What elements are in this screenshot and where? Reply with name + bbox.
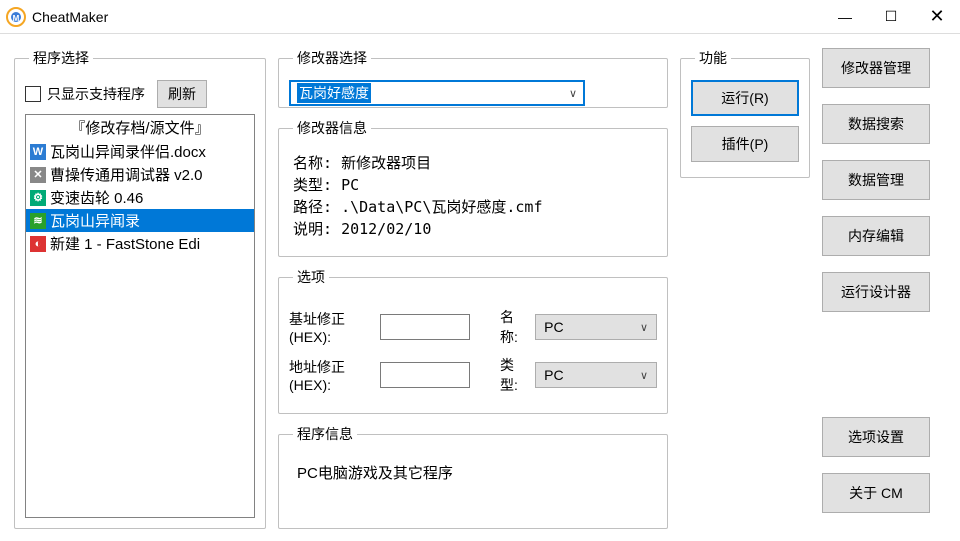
process-item-text: 曹操传通用调试器 v2.0 [50,164,203,185]
cheat-select-dropdown[interactable]: 瓦岗好感度 ∨ [289,80,585,106]
data-search-button[interactable]: 数据搜索 [822,104,930,144]
chevron-down-icon: ∨ [640,369,648,382]
type-combo[interactable]: PC ∨ [535,362,657,388]
process-list-item[interactable]: ✕曹操传通用调试器 v2.0 [26,163,254,186]
chevron-down-icon: ∨ [640,321,648,334]
info-type-value: PC [341,176,359,194]
run-button[interactable]: 运行(R) [691,80,799,116]
refresh-button[interactable]: 刷新 [157,80,207,108]
only-supported-checkbox[interactable] [25,86,41,102]
name-combo-value: PC [544,319,563,335]
process-item-text: 瓦岗山异闻录 [50,210,140,231]
data-manage-button[interactable]: 数据管理 [822,160,930,200]
addr-fix-label: 地址修正(HEX): [289,357,372,393]
window-title: CheatMaker [32,9,108,25]
minimize-button[interactable]: — [822,0,868,34]
info-desc-label: 说明: [293,218,332,240]
app-icon: M [6,7,26,27]
chevron-down-icon: ∨ [569,87,577,100]
only-supported-label: 只显示支持程序 [47,84,145,104]
addr-fix-input[interactable] [380,362,470,388]
process-list-item[interactable]: ≋瓦岗山异闻录 [26,209,254,232]
process-list-item[interactable]: ◐新建 1 - FastStone Edi [26,232,254,255]
cheat-info-group: 修改器信息 名称: 新修改器项目 类型: PC 路径: .\Data\PC\瓦岗… [278,118,668,257]
process-icon: ◐ [30,236,46,252]
options-title: 选项 [293,267,329,287]
cheat-select-group: 修改器选择 瓦岗好感度 ∨ [278,48,668,108]
info-path-value: .\Data\PC\瓦岗好感度.cmf [341,198,542,216]
cheat-info-title: 修改器信息 [293,118,371,138]
process-icon: ≋ [30,213,46,229]
plugin-button[interactable]: 插件(P) [691,126,799,162]
info-type-label: 类型: [293,174,332,196]
svg-text:M: M [13,14,20,23]
name-combo[interactable]: PC ∨ [535,314,657,340]
functions-title: 功能 [695,48,731,68]
program-info-text: PC电脑游戏及其它程序 [289,456,657,489]
cheat-select-value: 瓦岗好感度 [297,83,371,103]
process-icon: W [30,144,46,160]
type-combo-label: 类型: [500,355,527,395]
info-name-label: 名称: [293,152,332,174]
options-button[interactable]: 选项设置 [822,417,930,457]
info-path-label: 路径: [293,196,332,218]
info-name-value: 新修改器项目 [341,154,431,172]
process-list-item[interactable]: W瓦岗山异闻录伴侣.docx [26,140,254,163]
program-info-group: 程序信息 PC电脑游戏及其它程序 [278,424,668,529]
program-select-title: 程序选择 [29,48,93,68]
run-designer-button[interactable]: 运行设计器 [822,272,930,312]
functions-group: 功能 运行(R) 插件(P) [680,48,810,178]
maximize-button[interactable]: ☐ [868,0,914,34]
type-combo-value: PC [544,367,563,383]
name-combo-label: 名称: [500,307,527,347]
titlebar: M CheatMaker — ☐ ✕ [0,0,960,34]
program-select-group: 程序选择 只显示支持程序 刷新 『修改存档/源文件』 W瓦岗山异闻录伴侣.doc… [14,48,266,529]
cheat-manager-button[interactable]: 修改器管理 [822,48,930,88]
process-list[interactable]: 『修改存档/源文件』 W瓦岗山异闻录伴侣.docx✕曹操传通用调试器 v2.0⚙… [25,114,255,518]
mem-edit-button[interactable]: 内存编辑 [822,216,930,256]
process-item-text: 新建 1 - FastStone Edi [50,233,200,254]
program-info-title: 程序信息 [293,424,357,444]
process-icon: ✕ [30,167,46,183]
base-fix-input[interactable] [380,314,470,340]
process-item-text: 变速齿轮 0.46 [50,187,143,208]
base-fix-label: 基址修正(HEX): [289,309,372,345]
process-item-text: 瓦岗山异闻录伴侣.docx [50,141,206,162]
process-list-item[interactable]: ⚙变速齿轮 0.46 [26,186,254,209]
process-list-header: 『修改存档/源文件』 [26,115,254,140]
close-button[interactable]: ✕ [914,0,960,34]
process-icon: ⚙ [30,190,46,206]
cheat-select-title: 修改器选择 [293,48,371,68]
info-desc-value: 2012/02/10 [341,220,431,238]
options-group: 选项 基址修正(HEX): 名称: PC ∨ 地址修正(HEX): 类型: PC… [278,267,668,414]
about-button[interactable]: 关于 CM [822,473,930,513]
